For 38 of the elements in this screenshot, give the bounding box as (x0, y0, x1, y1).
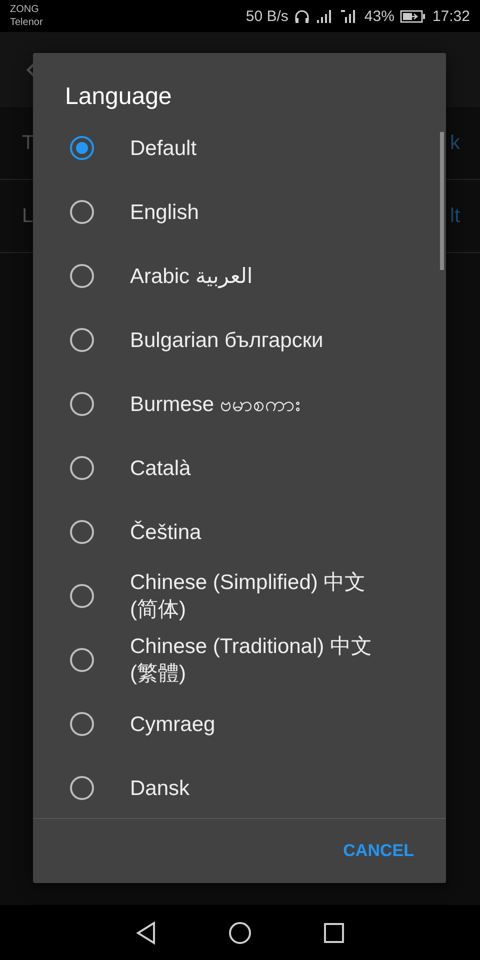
headphones-icon (294, 8, 310, 24)
radio-button[interactable] (70, 200, 94, 224)
radio-button[interactable] (70, 776, 94, 800)
language-option[interactable]: Burmese ဗမာစကား (130, 390, 385, 418)
setting-value: lt (450, 204, 460, 228)
radio-button[interactable] (70, 584, 94, 608)
radio-button[interactable] (70, 648, 94, 672)
recents-icon[interactable] (322, 922, 345, 944)
carrier-name: Telenor (10, 16, 43, 29)
scrollbar[interactable] (440, 132, 444, 270)
setting-label: T (22, 132, 34, 154)
radio-button[interactable] (70, 392, 94, 416)
language-option[interactable]: Bulgarian български (130, 326, 385, 354)
radio-button[interactable] (70, 520, 94, 544)
home-icon[interactable] (228, 920, 252, 944)
setting-label: L (22, 204, 34, 228)
back-icon[interactable] (135, 920, 158, 944)
language-option[interactable]: Català (130, 454, 385, 482)
radio-button[interactable] (70, 328, 94, 352)
radio-button[interactable] (70, 456, 94, 480)
language-option[interactable]: English (130, 198, 385, 226)
radio-button[interactable] (70, 712, 94, 736)
language-option[interactable]: Čeština (130, 518, 385, 546)
network-speed: 50 B/s (246, 8, 288, 24)
setting-value: k (450, 132, 460, 154)
language-option[interactable]: Chinese (Traditional) 中文 (繁體) (130, 633, 385, 687)
language-option[interactable]: Default (130, 134, 385, 162)
language-option[interactable]: Chinese (Simplified) 中文 (简体) (130, 569, 385, 623)
language-option[interactable]: Dansk (130, 774, 385, 802)
clock: 17:32 (432, 8, 470, 24)
language-option[interactable]: Arabic العربية (130, 262, 385, 290)
carrier-name: ZONG (10, 3, 40, 16)
language-option[interactable]: Cymraeg (130, 710, 385, 738)
battery-percent: 43% (364, 8, 394, 24)
radio-button[interactable] (70, 136, 94, 160)
battery-charging-icon (400, 10, 426, 22)
radio-button[interactable] (70, 264, 94, 288)
dialog-title: Language (64, 82, 173, 112)
